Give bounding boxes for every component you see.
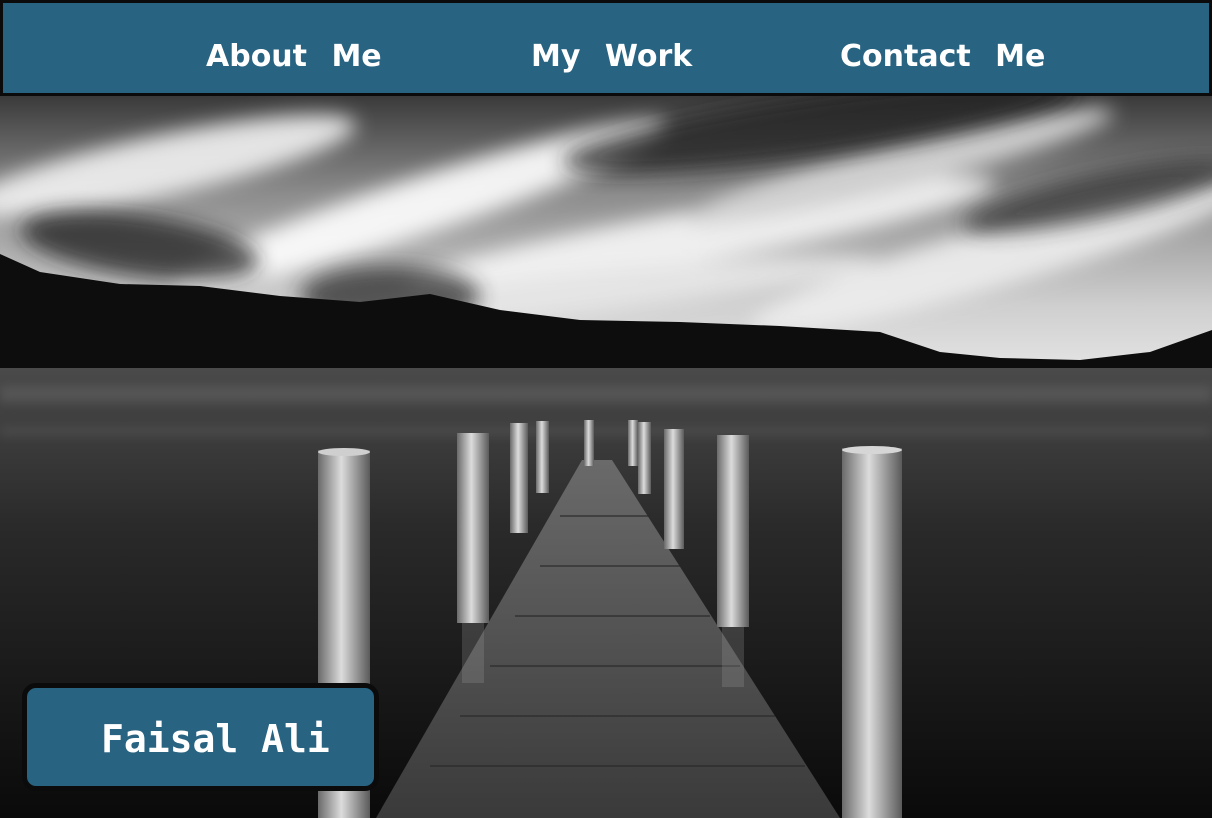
nav-link-my-work[interactable]: My Work xyxy=(531,37,692,77)
navigation-bar: About Me My Work Contact Me xyxy=(0,0,1212,96)
nav-link-about-me[interactable]: About Me xyxy=(206,37,382,77)
nav-link-contact-me[interactable]: Contact Me xyxy=(840,37,1045,77)
name-badge: Faisal Ali xyxy=(22,683,379,791)
owner-name: Faisal Ali xyxy=(101,717,330,761)
